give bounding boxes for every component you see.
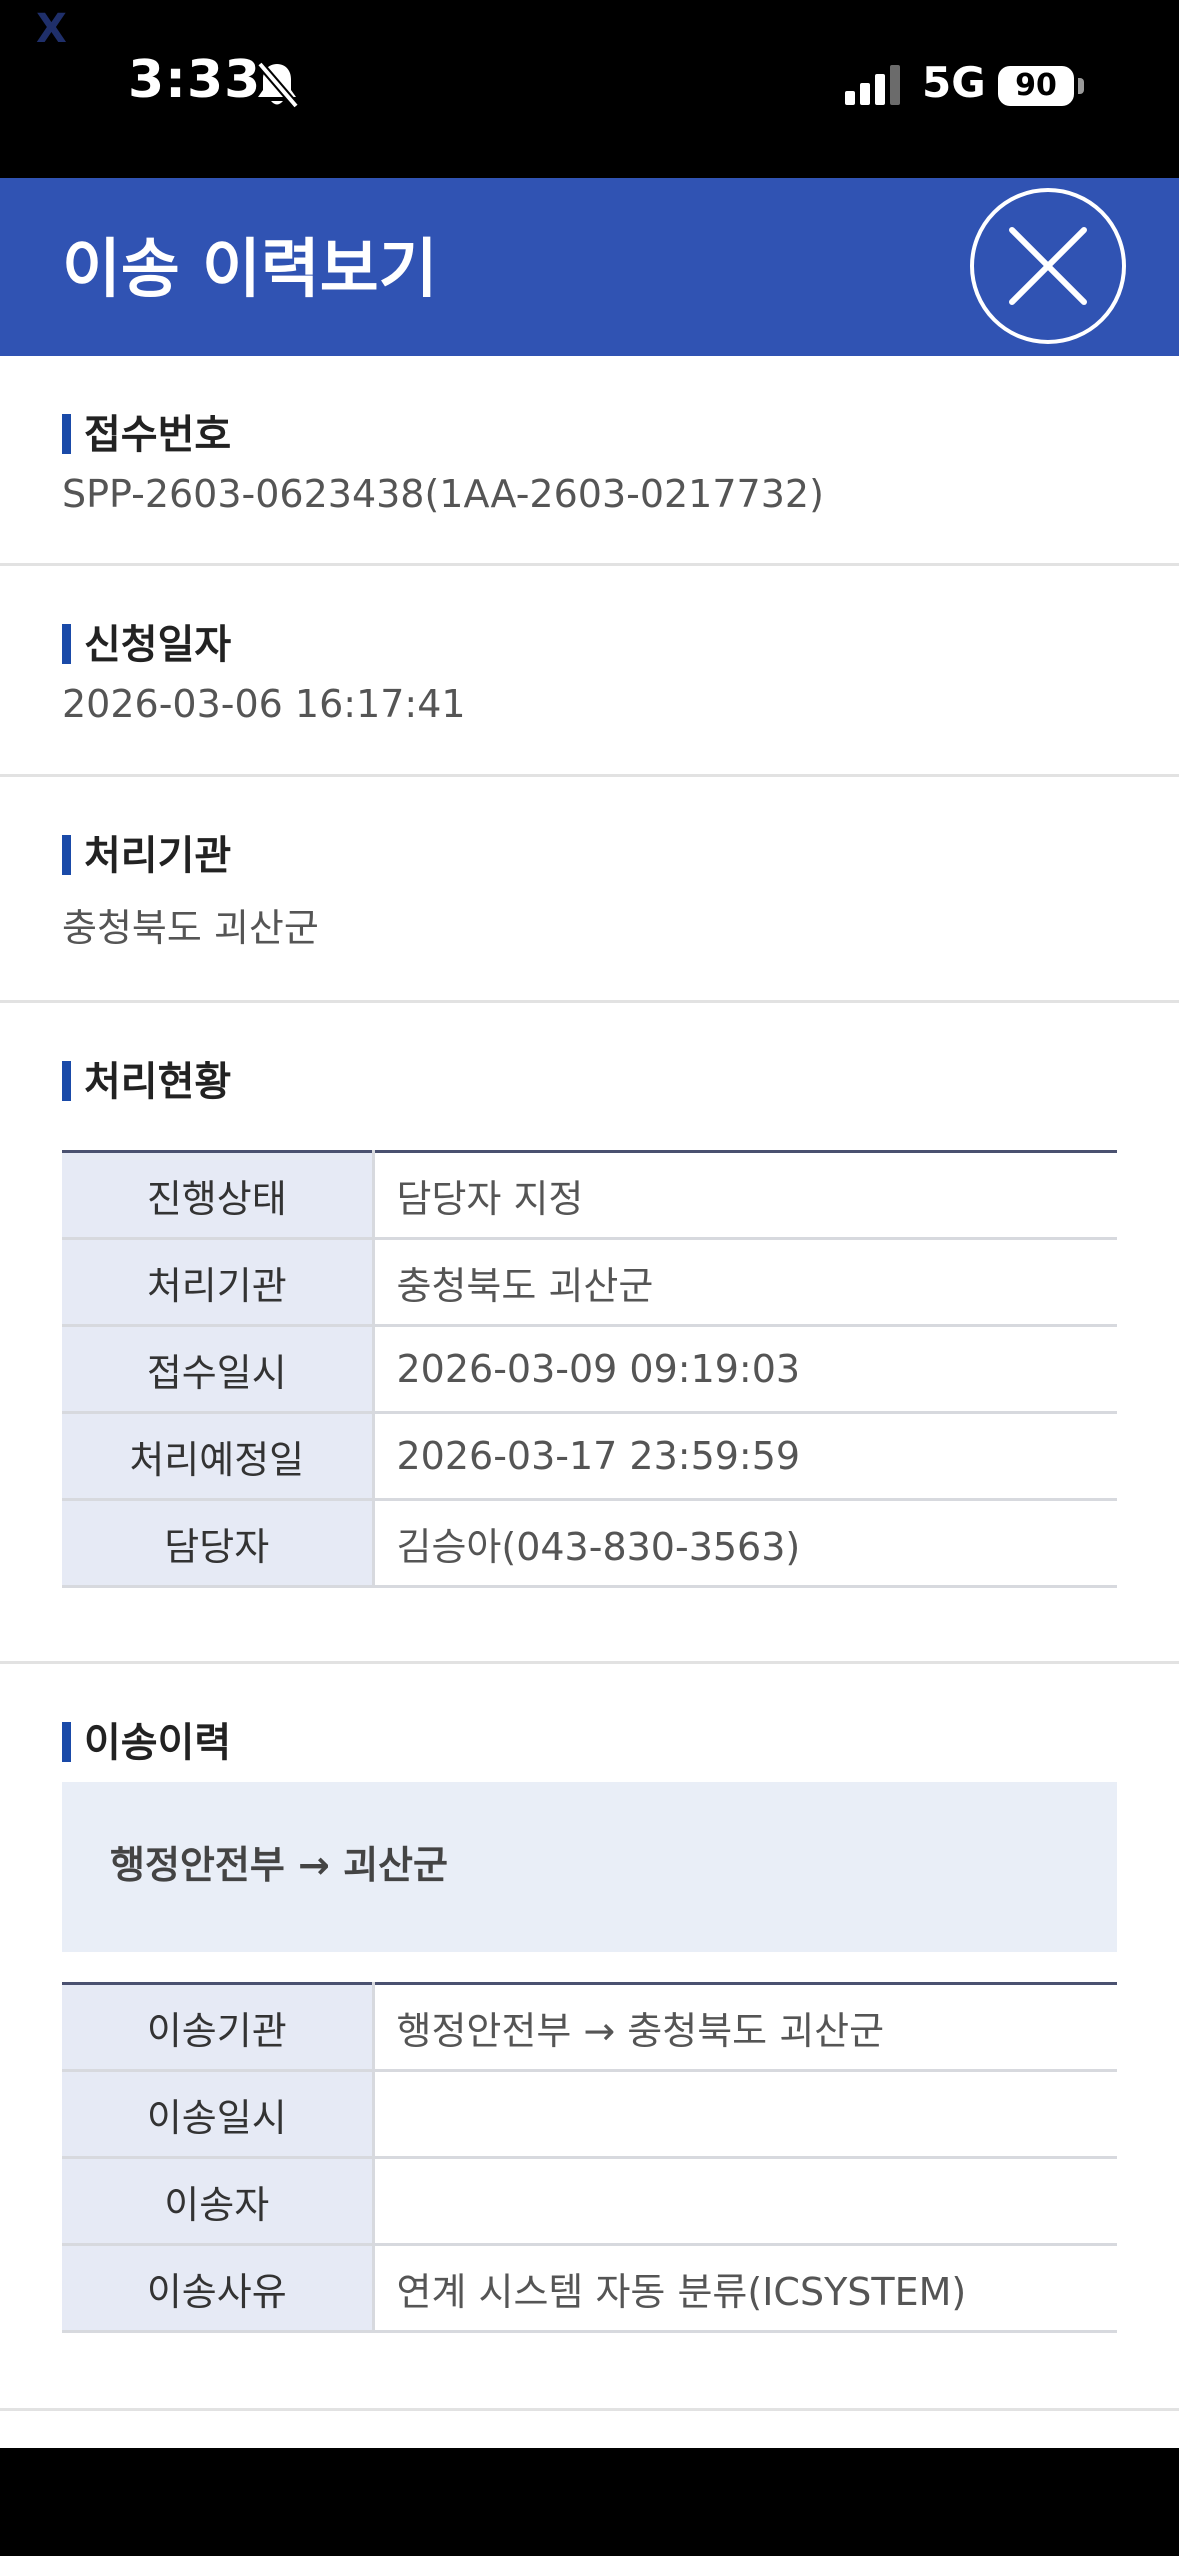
corner-mark: X — [36, 6, 67, 52]
processing-agency-value: 충청북도 괴산군 — [62, 906, 319, 950]
table-row: 처리기관 충청북도 괴산군 — [62, 1238, 1117, 1327]
section-title: 처리현황 — [62, 1049, 231, 1107]
row-value: 연계 시스템 자동 분류(ICSYSTEM) — [373, 2244, 1117, 2333]
battery-icon: 90 — [998, 66, 1074, 106]
row-label: 이송일시 — [62, 2070, 375, 2159]
transfer-route-box: 행정안전부 → 괴산군 — [62, 1782, 1117, 1952]
cellular-signal-icon — [845, 65, 905, 105]
section-title: 신청일자 — [62, 612, 231, 670]
close-icon — [1009, 227, 1087, 305]
row-label: 이송기관 — [62, 1983, 375, 2072]
reception-number-section: 접수번호 SPP-2603-0623438(1AA-2603-0217732) — [0, 356, 1179, 566]
reception-number-value: SPP-2603-0623438(1AA-2603-0217732) — [62, 472, 824, 516]
page-header: 이송 이력보기 — [0, 178, 1179, 356]
status-bar: X 3:33 5G 90 — [0, 0, 1179, 178]
network-type: 5G — [922, 58, 986, 107]
battery-cap — [1078, 78, 1084, 94]
row-value — [373, 2070, 1117, 2159]
page-title: 이송 이력보기 — [62, 233, 438, 307]
table-row: 이송일시 — [62, 2070, 1117, 2159]
section-title: 처리기관 — [62, 823, 231, 881]
processing-agency-section: 처리기관 충청북도 괴산군 — [0, 777, 1179, 1003]
table-row: 이송자 — [62, 2157, 1117, 2246]
table-row: 접수일시 2026-03-09 09:19:03 — [62, 1325, 1117, 1414]
table-row: 진행상태 담당자 지정 — [62, 1151, 1117, 1240]
application-date-section: 신청일자 2026-03-06 16:17:41 — [0, 566, 1179, 777]
close-button[interactable] — [970, 188, 1126, 344]
table-row: 처리예정일 2026-03-17 23:59:59 — [62, 1412, 1117, 1501]
table-row: 이송기관 행정안전부 → 충청북도 괴산군 — [62, 1983, 1117, 2072]
transfer-route: 행정안전부 → 괴산군 — [110, 1843, 448, 1887]
row-value: 2026-03-09 09:19:03 — [373, 1325, 1117, 1414]
row-value: 충청북도 괴산군 — [373, 1238, 1117, 1327]
row-label: 진행상태 — [62, 1151, 375, 1240]
row-value — [373, 2157, 1117, 2246]
row-label: 이송자 — [62, 2157, 375, 2246]
section-title: 이송이력 — [62, 1710, 231, 1768]
row-label: 처리기관 — [62, 1238, 375, 1327]
bottom-bar — [0, 2448, 1179, 2556]
row-label: 담당자 — [62, 1499, 375, 1588]
row-value: 2026-03-17 23:59:59 — [373, 1412, 1117, 1501]
row-label: 접수일시 — [62, 1325, 375, 1414]
section-title: 접수번호 — [62, 402, 231, 460]
row-value: 김승아(043-830-3563) — [373, 1499, 1117, 1588]
table-row: 담당자 김승아(043-830-3563) — [62, 1499, 1117, 1588]
application-date-value: 2026-03-06 16:17:41 — [62, 682, 466, 726]
row-value: 담당자 지정 — [373, 1151, 1117, 1240]
row-value: 행정안전부 → 충청북도 괴산군 — [373, 1983, 1117, 2072]
row-label: 이송사유 — [62, 2244, 375, 2333]
table-row: 이송사유 연계 시스템 자동 분류(ICSYSTEM) — [62, 2244, 1117, 2333]
processing-status-table: 진행상태 담당자 지정 처리기관 충청북도 괴산군 접수일시 2026-03-0… — [62, 1150, 1117, 1588]
row-label: 처리예정일 — [62, 1412, 375, 1501]
bell-muted-icon — [254, 60, 300, 110]
status-time: 3:33 — [128, 50, 262, 110]
transfer-history-table: 이송기관 행정안전부 → 충청북도 괴산군 이송일시 이송자 이송사유 연계 시… — [62, 1982, 1117, 2333]
